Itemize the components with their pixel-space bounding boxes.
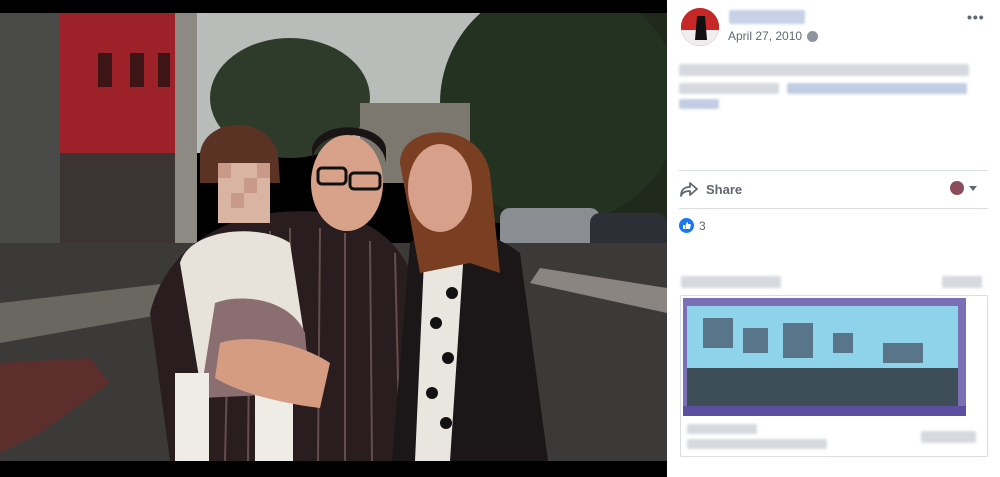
comment-header-redacted-left [681, 276, 781, 288]
audience-avatar-icon [950, 181, 964, 195]
chevron-down-icon [969, 185, 977, 191]
divider-top [679, 170, 988, 171]
audience-selector[interactable] [950, 181, 977, 195]
caption-redacted-link[interactable] [787, 83, 967, 94]
globe-icon [807, 31, 818, 42]
like-icon [679, 218, 694, 233]
caption-redacted-line-2 [679, 83, 779, 94]
reaction-summary[interactable]: 3 [679, 218, 706, 233]
share-label: Share [706, 181, 743, 197]
author-avatar[interactable] [681, 8, 719, 46]
caption-redacted-line-1 [679, 64, 969, 76]
like-count: 3 [699, 218, 706, 233]
shared-link-card[interactable] [680, 295, 988, 457]
link-title-redacted [687, 424, 757, 434]
more-options-icon[interactable]: ••• [967, 9, 985, 25]
post-photo[interactable] [0, 13, 667, 461]
post-side-panel: April 27, 2010 ••• Share 3 [667, 0, 1000, 477]
post-date[interactable]: April 27, 2010 [728, 29, 802, 43]
link-preview-image-redacted [683, 298, 966, 416]
author-name-redacted[interactable] [729, 10, 805, 24]
caption-redacted-line-3 [679, 99, 719, 109]
share-button[interactable]: Share [680, 179, 742, 199]
photo-viewer [0, 0, 667, 477]
share-arrow-icon [680, 182, 698, 197]
comment-header-redacted-right[interactable] [942, 276, 982, 288]
divider-middle [679, 208, 988, 209]
link-domain-redacted [687, 439, 827, 449]
link-action-redacted[interactable] [921, 431, 976, 443]
